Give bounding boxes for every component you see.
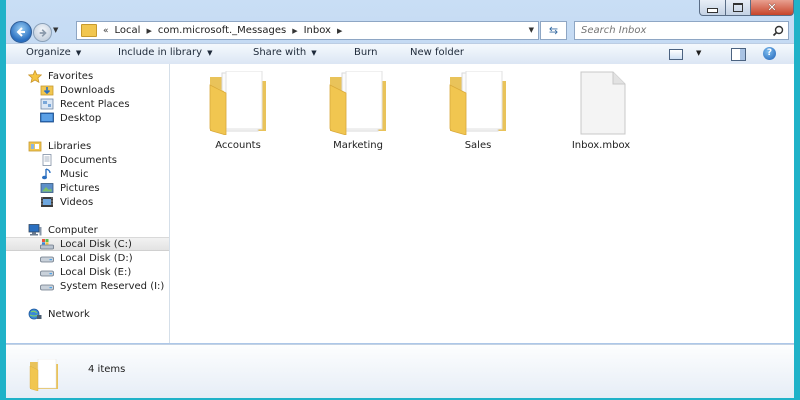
file-item-sales[interactable]: Sales — [428, 70, 528, 151]
nav-item-local-disk-c[interactable]: Local Disk (C:) — [6, 237, 169, 251]
breadcrumb-separator-icon[interactable]: ▶ — [146, 27, 151, 35]
change-view-icon[interactable] — [669, 49, 683, 60]
nav-computer-label: Computer — [48, 224, 98, 236]
minimize-button[interactable] — [699, 0, 726, 16]
nav-favorites[interactable]: Favorites — [6, 69, 191, 84]
nav-libraries-label: Libraries — [48, 140, 92, 152]
navigation-pane: Favorites Downloads Recent Places Deskto… — [6, 64, 170, 343]
chevron-down-icon: ▼ — [207, 49, 213, 57]
folder-icon — [449, 70, 506, 136]
details-pane: 4 items — [6, 344, 794, 398]
recent-places-icon — [40, 98, 54, 110]
search-input[interactable] — [581, 24, 766, 37]
nav-computer[interactable]: Computer — [6, 223, 191, 237]
organize-label: Organize — [26, 47, 71, 58]
command-bar: Organize ▼ Include in library ▼ Share with… — [6, 43, 794, 65]
folder-icon — [209, 70, 266, 136]
nav-item-label: Videos — [60, 196, 94, 208]
nav-item-label: Pictures — [60, 182, 100, 194]
file-name: Accounts — [215, 140, 261, 151]
folder-icon — [329, 70, 386, 136]
file-item-marketing[interactable]: Marketing — [308, 70, 408, 151]
hard-drive-icon — [40, 252, 54, 264]
caption-buttons: ✕ — [699, 0, 794, 16]
maximize-button[interactable] — [726, 0, 751, 16]
maximize-icon — [733, 3, 743, 12]
share-with-label: Share with — [253, 47, 307, 58]
forward-button[interactable] — [33, 23, 52, 42]
close-button[interactable]: ✕ — [751, 0, 794, 16]
item-count: 4 items — [88, 364, 126, 375]
breadcrumb-inbox[interactable]: Inbox — [304, 25, 331, 36]
back-button[interactable] — [10, 21, 32, 43]
include-in-library-menu[interactable]: Include in library ▼ — [118, 47, 212, 58]
minimize-icon — [707, 7, 718, 13]
nav-item-label: System Reserved (I:) — [60, 280, 165, 292]
overflow-chevron[interactable]: « — [103, 26, 109, 36]
arrow-left-icon — [16, 27, 25, 37]
window-frame-right — [794, 0, 800, 400]
arrow-right-icon — [39, 29, 47, 37]
downloads-icon — [40, 84, 54, 96]
search-icon[interactable] — [772, 25, 784, 37]
nav-favorites-label: Favorites — [48, 70, 94, 82]
hard-drive-icon — [40, 280, 54, 292]
desktop-icon — [40, 112, 54, 124]
star-icon — [27, 69, 43, 84]
nav-item-label: Local Disk (E:) — [60, 266, 132, 278]
chevron-down-icon: ▼ — [75, 49, 82, 57]
libraries-icon — [28, 140, 42, 152]
explorer-window: ✕ ▼ « Local ▶ com.microsoft._Messages ▶ … — [0, 0, 800, 400]
videos-icon — [40, 196, 54, 208]
refresh-button[interactable]: ⇆ — [540, 21, 567, 40]
refresh-icon: ⇆ — [548, 24, 559, 37]
computer-icon — [28, 224, 42, 236]
pictures-icon — [40, 182, 54, 194]
help-icon[interactable]: ? — [763, 47, 776, 60]
burn-button[interactable]: Burn — [354, 47, 377, 58]
file-item-inbox-mbox[interactable]: Inbox.mbox — [551, 71, 651, 151]
preview-pane-icon[interactable] — [731, 48, 746, 61]
address-bar[interactable]: « Local ▶ com.microsoft._Messages ▶ Inbo… — [76, 21, 539, 40]
organize-menu[interactable]: Organize ▼ — [26, 47, 81, 58]
nav-item-label: Local Disk (D:) — [60, 252, 133, 264]
breadcrumb-separator-icon[interactable]: ▶ — [292, 27, 297, 35]
nav-item-label: Downloads — [60, 84, 115, 96]
music-icon — [40, 168, 54, 180]
address-dropdown-icon[interactable]: ▼ — [529, 26, 534, 34]
folder-icon — [29, 359, 58, 391]
document-icon — [580, 71, 626, 135]
chevron-down-icon: ▼ — [311, 49, 317, 57]
file-list: Accounts Marketing Sales Inbox.mbox — [170, 64, 794, 343]
system-drive-icon — [40, 238, 54, 250]
breadcrumb-messages[interactable]: com.microsoft._Messages — [158, 25, 286, 36]
breadcrumb-separator-icon[interactable]: ▶ — [337, 27, 342, 35]
share-with-menu[interactable]: Share with ▼ — [253, 47, 317, 58]
network-icon — [28, 308, 42, 320]
hard-drive-icon — [40, 266, 54, 278]
file-item-accounts[interactable]: Accounts — [188, 70, 288, 151]
folder-icon — [81, 24, 97, 37]
search-box[interactable] — [574, 21, 789, 40]
nav-item-label: Desktop — [60, 112, 102, 124]
breadcrumb-local[interactable]: Local — [115, 25, 141, 36]
documents-icon — [40, 154, 54, 166]
file-name: Marketing — [333, 140, 383, 151]
nav-item-label: Local Disk (C:) — [60, 238, 132, 250]
view-options-dropdown-icon[interactable]: ▼ — [696, 49, 701, 57]
nav-item-label: Music — [60, 168, 89, 180]
file-name: Sales — [464, 140, 492, 151]
include-in-library-label: Include in library — [118, 47, 203, 58]
nav-libraries[interactable]: Libraries — [6, 139, 191, 153]
recent-pages-dropdown[interactable]: ▼ — [53, 26, 58, 34]
file-name: Inbox.mbox — [571, 140, 631, 151]
new-folder-button[interactable]: New folder — [410, 47, 464, 58]
close-icon: ✕ — [767, 1, 777, 14]
nav-network-label: Network — [48, 308, 90, 320]
nav-item-label: Documents — [60, 154, 118, 166]
nav-item-label: Recent Places — [60, 98, 130, 110]
nav-network[interactable]: Network — [6, 307, 191, 321]
